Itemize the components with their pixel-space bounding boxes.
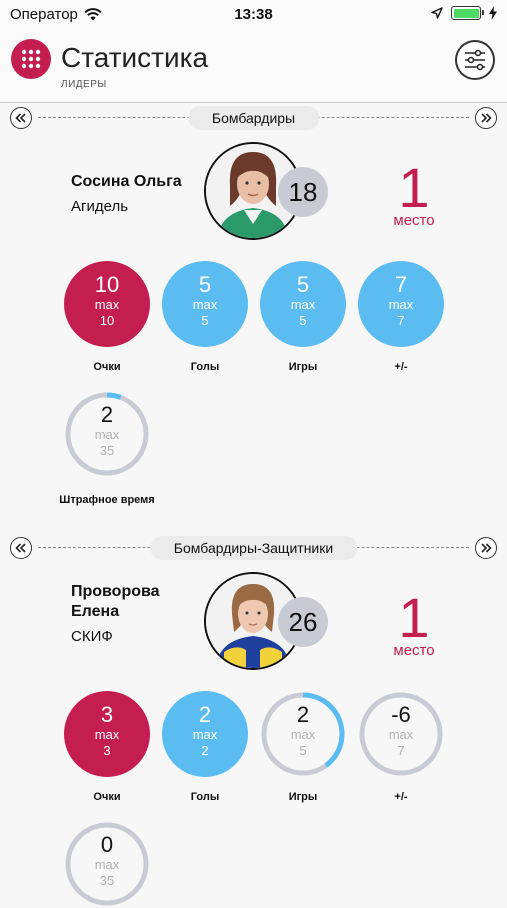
stat-max-value: 10 [99,313,115,328]
double-chevron-left-icon [15,113,26,123]
next-button[interactable] [475,107,497,129]
player-name[interactable]: Сосина Ольга [71,172,182,192]
menu-button[interactable] [11,39,51,79]
stat-max-label: max [94,857,120,872]
stat-max-value: 5 [299,313,307,328]
prev-button[interactable] [10,537,32,559]
player-name-line1: Проворова [71,583,160,600]
stat-value: 10 [94,272,120,297]
stat-label: Голы [190,791,220,803]
stat-max-value: 3 [103,743,111,758]
double-chevron-right-icon [481,113,492,123]
stat-value: 2 [100,402,114,427]
stat-max-label: max [290,727,316,742]
stat-plus-minus[interactable]: 7 max 7 [357,260,445,348]
grid-menu-icon [21,49,41,69]
stat-max-label: max [388,727,414,742]
stat-value: 2 [296,702,310,727]
place-number: 1 [398,156,430,219]
stat-max-label: max [192,727,218,742]
stat-games[interactable]: 5 max 5 [259,260,347,348]
app-header: Статистика ЛИДЕРЫ [0,30,507,103]
stat-label: Голы [190,361,220,373]
stat-label: Игры [288,361,318,373]
double-chevron-right-icon [481,543,492,553]
stat-label: +/- [394,791,408,803]
stat-penalty-time[interactable]: 2 max 35 [63,390,151,478]
stat-plus-minus[interactable]: -6 max 7 [357,690,445,778]
stat-max-value: 7 [397,743,405,758]
page-title: Статистика [61,42,209,73]
stat-max-label: max [290,297,316,312]
status-bar: Оператор 13:38 [0,0,507,30]
location-arrow-icon [431,7,443,19]
stat-max-value: 35 [99,443,115,458]
player-name-line2: Елена [71,603,120,620]
stat-label: Игры [288,791,318,803]
stat-games[interactable]: 2 max 5 [259,690,347,778]
place-label: место [393,212,435,229]
stat-goals[interactable]: 2 max 2 [161,690,249,778]
stat-goals[interactable]: 5 max 5 [161,260,249,348]
player-name-line1: Сосина Ольга [71,173,182,190]
double-chevron-left-icon [15,543,26,553]
stat-value: 7 [394,272,408,297]
sliders-icon [465,49,485,71]
stat-max-value: 2 [201,743,209,758]
filter-button[interactable] [455,40,495,80]
section-header: Бомбардиры-Защитники [0,534,507,562]
section-scorers-defenders: Бомбардиры-Защитники Проворова Елена СКИ… [0,534,507,906]
status-right [431,6,497,20]
stat-points[interactable]: 3 max 3 [63,690,151,778]
prev-button[interactable] [10,107,32,129]
player-name[interactable]: Проворова Елена [71,582,160,622]
player-team: СКИФ [71,628,113,645]
stat-max-value: 7 [397,313,405,328]
player-team: Агидель [71,198,129,215]
stat-max-label: max [94,727,120,742]
stat-max-label: max [94,427,120,442]
stat-value: 5 [198,272,212,297]
section-title: Бомбардиры-Защитники [149,536,358,560]
stat-label: Очки [93,361,121,373]
stat-value: 0 [100,832,114,857]
stat-max-label: max [94,297,120,312]
stat-max-value: 5 [299,743,307,758]
player-number-badge: 26 [278,597,328,647]
stat-penalty-time[interactable]: 0 max 35 [63,820,151,908]
section-header: Бомбардиры [0,104,507,132]
player-number-badge: 18 [278,167,328,217]
stat-max-value: 5 [201,313,209,328]
stat-value: 2 [198,702,212,727]
stat-value: 3 [100,702,114,727]
charging-bolt-icon [489,6,497,20]
stat-label: Штрафное время [59,494,155,506]
place-number: 1 [398,586,430,649]
stat-max-label: max [388,297,414,312]
section-scorers: Бомбардиры Сосина Ольга Агидель 18 1 мес… [0,104,507,524]
stat-label: Очки [93,791,121,803]
section-title: Бомбардиры [187,106,320,130]
page-subtitle: ЛИДЕРЫ [61,79,107,90]
stat-max-label: max [192,297,218,312]
next-button[interactable] [475,537,497,559]
stat-points[interactable]: 10 max 10 [63,260,151,348]
stat-value: -6 [391,702,411,727]
place-label: место [393,642,435,659]
battery-icon [451,6,484,20]
stat-max-value: 35 [99,873,115,888]
stat-value: 5 [296,272,310,297]
stat-label: +/- [394,361,408,373]
